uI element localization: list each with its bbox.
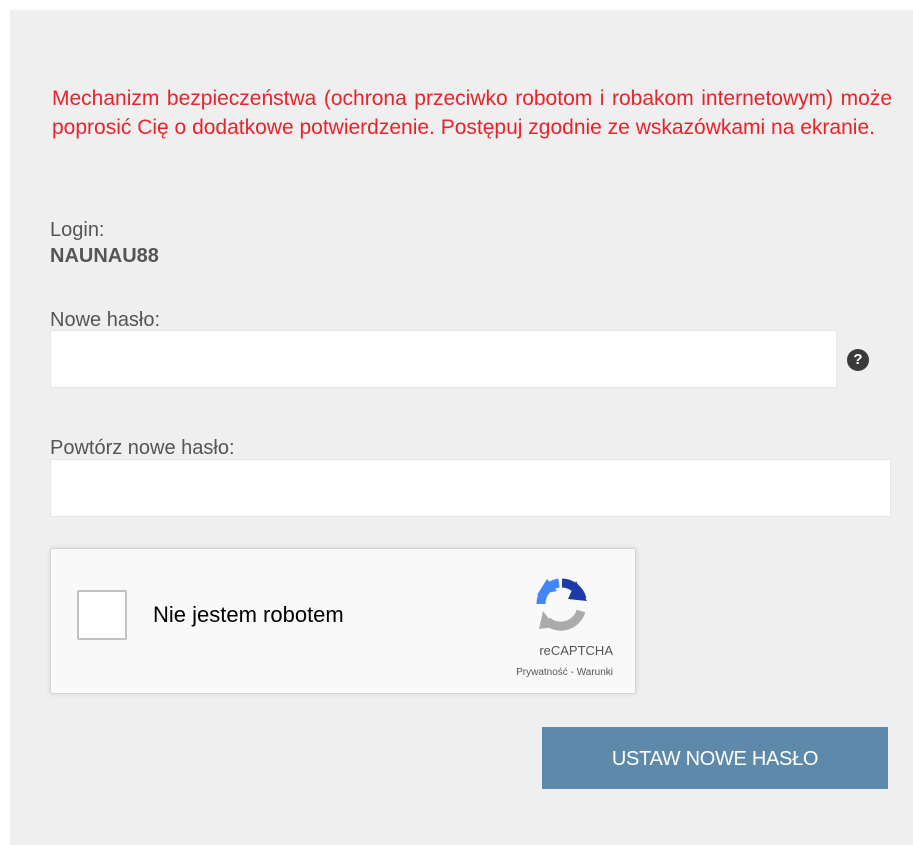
recaptcha-logo-icon <box>536 578 587 631</box>
login-label: Login: <box>50 219 105 241</box>
new-password-input[interactable] <box>50 330 837 388</box>
repeat-password-input[interactable] <box>50 459 891 517</box>
recaptcha-checkbox-label: Nie jestem robotem <box>153 602 344 627</box>
recaptcha-brand: reCAPTCHA <box>539 643 613 658</box>
password-reset-panel: Mechanizm bezpieczeństwa (ochrona przeci… <box>10 10 913 845</box>
login-value: NAUNAU88 <box>50 245 159 267</box>
recaptcha-checkbox[interactable] <box>77 590 127 640</box>
repeat-password-label: Powtórz nowe hasło: <box>50 437 235 459</box>
set-new-password-button[interactable]: USTAW NOWE HASŁO <box>542 727 888 789</box>
new-password-label: Nowe hasło: <box>50 309 161 331</box>
recaptcha-privacy-terms-links[interactable]: Prywatność - Warunki <box>516 667 613 679</box>
help-icon[interactable]: ? <box>847 349 869 371</box>
security-warning-text: Mechanizm bezpieczeństwa (ochrona przeci… <box>52 87 892 139</box>
recaptcha-widget: Nie jestem robotem reCAPTCHA Prywatność … <box>50 548 636 694</box>
